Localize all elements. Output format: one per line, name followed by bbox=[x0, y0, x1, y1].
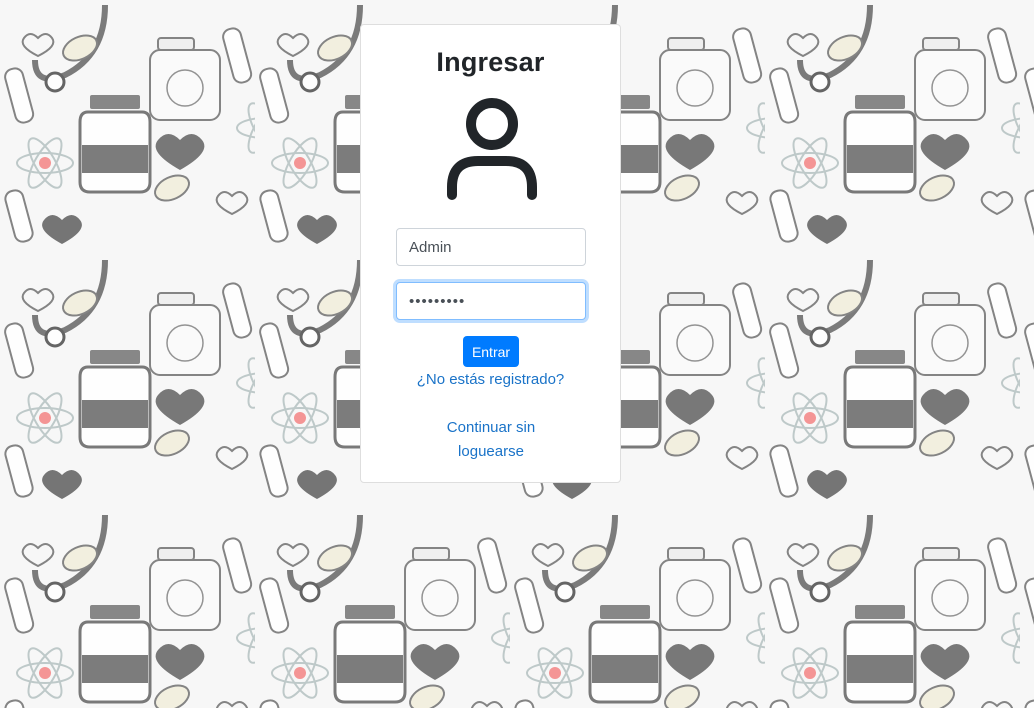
login-card: Ingresar Entrar ¿No estás registrado? Co… bbox=[360, 24, 621, 483]
password-field[interactable] bbox=[396, 282, 586, 320]
username-field[interactable] bbox=[396, 228, 586, 266]
page-title: Ingresar bbox=[436, 47, 545, 77]
guest-continue-link[interactable]: Continuar sin loguearse bbox=[431, 416, 551, 464]
submit-button[interactable]: Entrar bbox=[463, 336, 519, 367]
user-icon bbox=[447, 98, 537, 200]
register-link[interactable]: ¿No estás registrado? bbox=[361, 368, 620, 392]
